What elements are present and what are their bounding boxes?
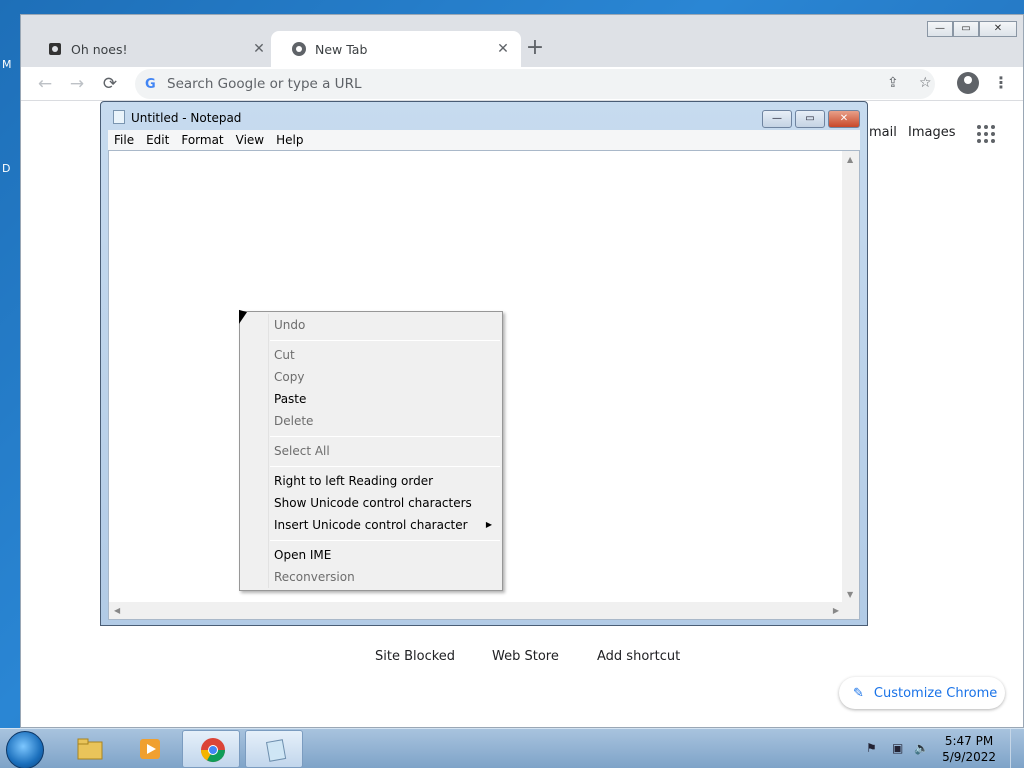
notepad-title: Untitled - Notepad	[131, 111, 242, 125]
scroll-right-icon[interactable]: ▶	[833, 606, 839, 615]
media-player-icon	[136, 735, 164, 763]
taskbar-explorer[interactable]	[60, 730, 118, 768]
tab-strip: Oh noes! ✕ New Tab ✕ + — ▭ ✕	[21, 15, 1023, 67]
show-desktop-button[interactable]	[1010, 729, 1024, 768]
menu-item-select-all[interactable]: Select All	[274, 444, 330, 458]
menu-item-undo[interactable]: Undo	[274, 318, 305, 332]
folder-icon	[76, 735, 104, 763]
system-clock[interactable]: 5:47 PM 5/9/2022	[942, 733, 996, 765]
gmail-link[interactable]: mail	[869, 125, 897, 140]
chrome-menu-icon[interactable]: ⋮	[993, 73, 1009, 92]
blocked-site-icon	[47, 41, 63, 57]
taskbar-chrome[interactable]	[182, 730, 240, 768]
pencil-icon: ✎	[853, 685, 864, 701]
taskbar: ⚑ ▣ 🔈 5:47 PM 5/9/2022	[0, 728, 1024, 768]
minimize-button[interactable]: —	[927, 21, 953, 37]
submenu-arrow-icon: ▶	[485, 520, 492, 529]
shortcut-add[interactable]: Add shortcut	[597, 649, 680, 664]
volume-icon[interactable]: 🔈	[914, 741, 929, 755]
shortcut-site-blocked[interactable]: Site Blocked	[375, 649, 455, 664]
mouse-cursor-icon	[239, 309, 247, 327]
menu-item-reconversion[interactable]: Reconversion	[274, 570, 355, 584]
images-link[interactable]: Images	[908, 125, 956, 140]
close-button[interactable]: ✕	[979, 21, 1017, 37]
menu-item-cut[interactable]: Cut	[274, 348, 295, 362]
customize-label: Customize Chrome	[873, 685, 998, 701]
menu-item-rtl-reading-order[interactable]: Right to left Reading order	[274, 474, 433, 488]
google-icon: G	[145, 76, 156, 92]
network-icon[interactable]: ▣	[892, 741, 903, 755]
action-center-flag-icon[interactable]: ⚑	[866, 741, 877, 755]
menu-separator	[270, 340, 500, 341]
horizontal-scrollbar[interactable]: ◀ ▶	[109, 602, 844, 619]
taskbar-media-player[interactable]	[120, 730, 178, 768]
tab-new-tab[interactable]: New Tab ✕	[271, 31, 521, 67]
clock-time: 5:47 PM	[944, 734, 994, 748]
context-menu: Undo Cut Copy Paste Delete Select All Ri…	[239, 311, 503, 591]
bookmark-star-icon[interactable]: ☆	[919, 75, 932, 91]
notepad-icon	[113, 110, 125, 124]
notepad-minimize-button[interactable]: —	[762, 110, 792, 128]
menu-separator	[270, 466, 500, 467]
notepad-maximize-button[interactable]: ▭	[795, 110, 825, 128]
notepad-menubar: File Edit Format View Help	[108, 130, 860, 150]
size-grip[interactable]	[842, 602, 859, 619]
new-tab-button[interactable]: +	[521, 35, 549, 63]
taskbar-notepad[interactable]	[245, 730, 303, 768]
menu-edit[interactable]: Edit	[140, 133, 175, 147]
chrome-icon	[199, 736, 227, 764]
menu-item-show-unicode[interactable]: Show Unicode control characters	[274, 496, 472, 510]
customize-chrome-button[interactable]: ✎ Customize Chrome	[839, 677, 1005, 709]
tab-close-icon[interactable]: ✕	[495, 41, 511, 57]
tab-title: Oh noes!	[71, 41, 128, 57]
tab-title: New Tab	[315, 41, 368, 57]
notepad-icon	[262, 736, 290, 764]
menu-view[interactable]: View	[230, 133, 270, 147]
scroll-left-icon[interactable]: ◀	[114, 606, 120, 615]
scroll-up-icon[interactable]: ▲	[847, 155, 853, 164]
notepad-close-button[interactable]: ✕	[828, 110, 860, 128]
desktop-icon-label: D	[2, 162, 11, 175]
menu-item-paste[interactable]: Paste	[274, 392, 306, 406]
menu-gutter	[268, 314, 269, 588]
browser-toolbar: ← → ⟳ G Search Google or type a URL ⇪ ☆ …	[21, 67, 1023, 101]
tab-oh-noes[interactable]: Oh noes! ✕	[27, 31, 277, 67]
forward-button[interactable]: →	[65, 72, 89, 96]
menu-separator	[270, 436, 500, 437]
scroll-down-icon[interactable]: ▼	[847, 590, 853, 599]
apps-grid-icon[interactable]	[977, 125, 995, 143]
chrome-icon	[291, 41, 307, 57]
tab-close-icon[interactable]: ✕	[251, 41, 267, 57]
address-placeholder: Search Google or type a URL	[167, 76, 362, 92]
start-button[interactable]	[6, 731, 44, 768]
vertical-scrollbar[interactable]: ▲ ▼	[842, 151, 859, 603]
shortcut-web-store[interactable]: Web Store	[492, 649, 559, 664]
back-button[interactable]: ←	[33, 72, 57, 96]
menu-item-copy[interactable]: Copy	[274, 370, 304, 384]
address-bar[interactable]: G Search Google or type a URL	[135, 69, 935, 99]
menu-separator	[270, 540, 500, 541]
clock-date: 5/9/2022	[942, 750, 996, 764]
reload-button[interactable]: ⟳	[98, 72, 122, 96]
maximize-button[interactable]: ▭	[953, 21, 979, 37]
menu-help[interactable]: Help	[270, 133, 309, 147]
menu-item-open-ime[interactable]: Open IME	[274, 548, 331, 562]
menu-file[interactable]: File	[108, 133, 140, 147]
menu-item-delete[interactable]: Delete	[274, 414, 313, 428]
menu-item-insert-unicode[interactable]: Insert Unicode control character	[274, 518, 468, 532]
desktop-icon-label: M	[2, 58, 12, 71]
profile-avatar-icon[interactable]	[957, 72, 979, 94]
menu-format[interactable]: Format	[175, 133, 229, 147]
share-icon[interactable]: ⇪	[887, 75, 899, 91]
